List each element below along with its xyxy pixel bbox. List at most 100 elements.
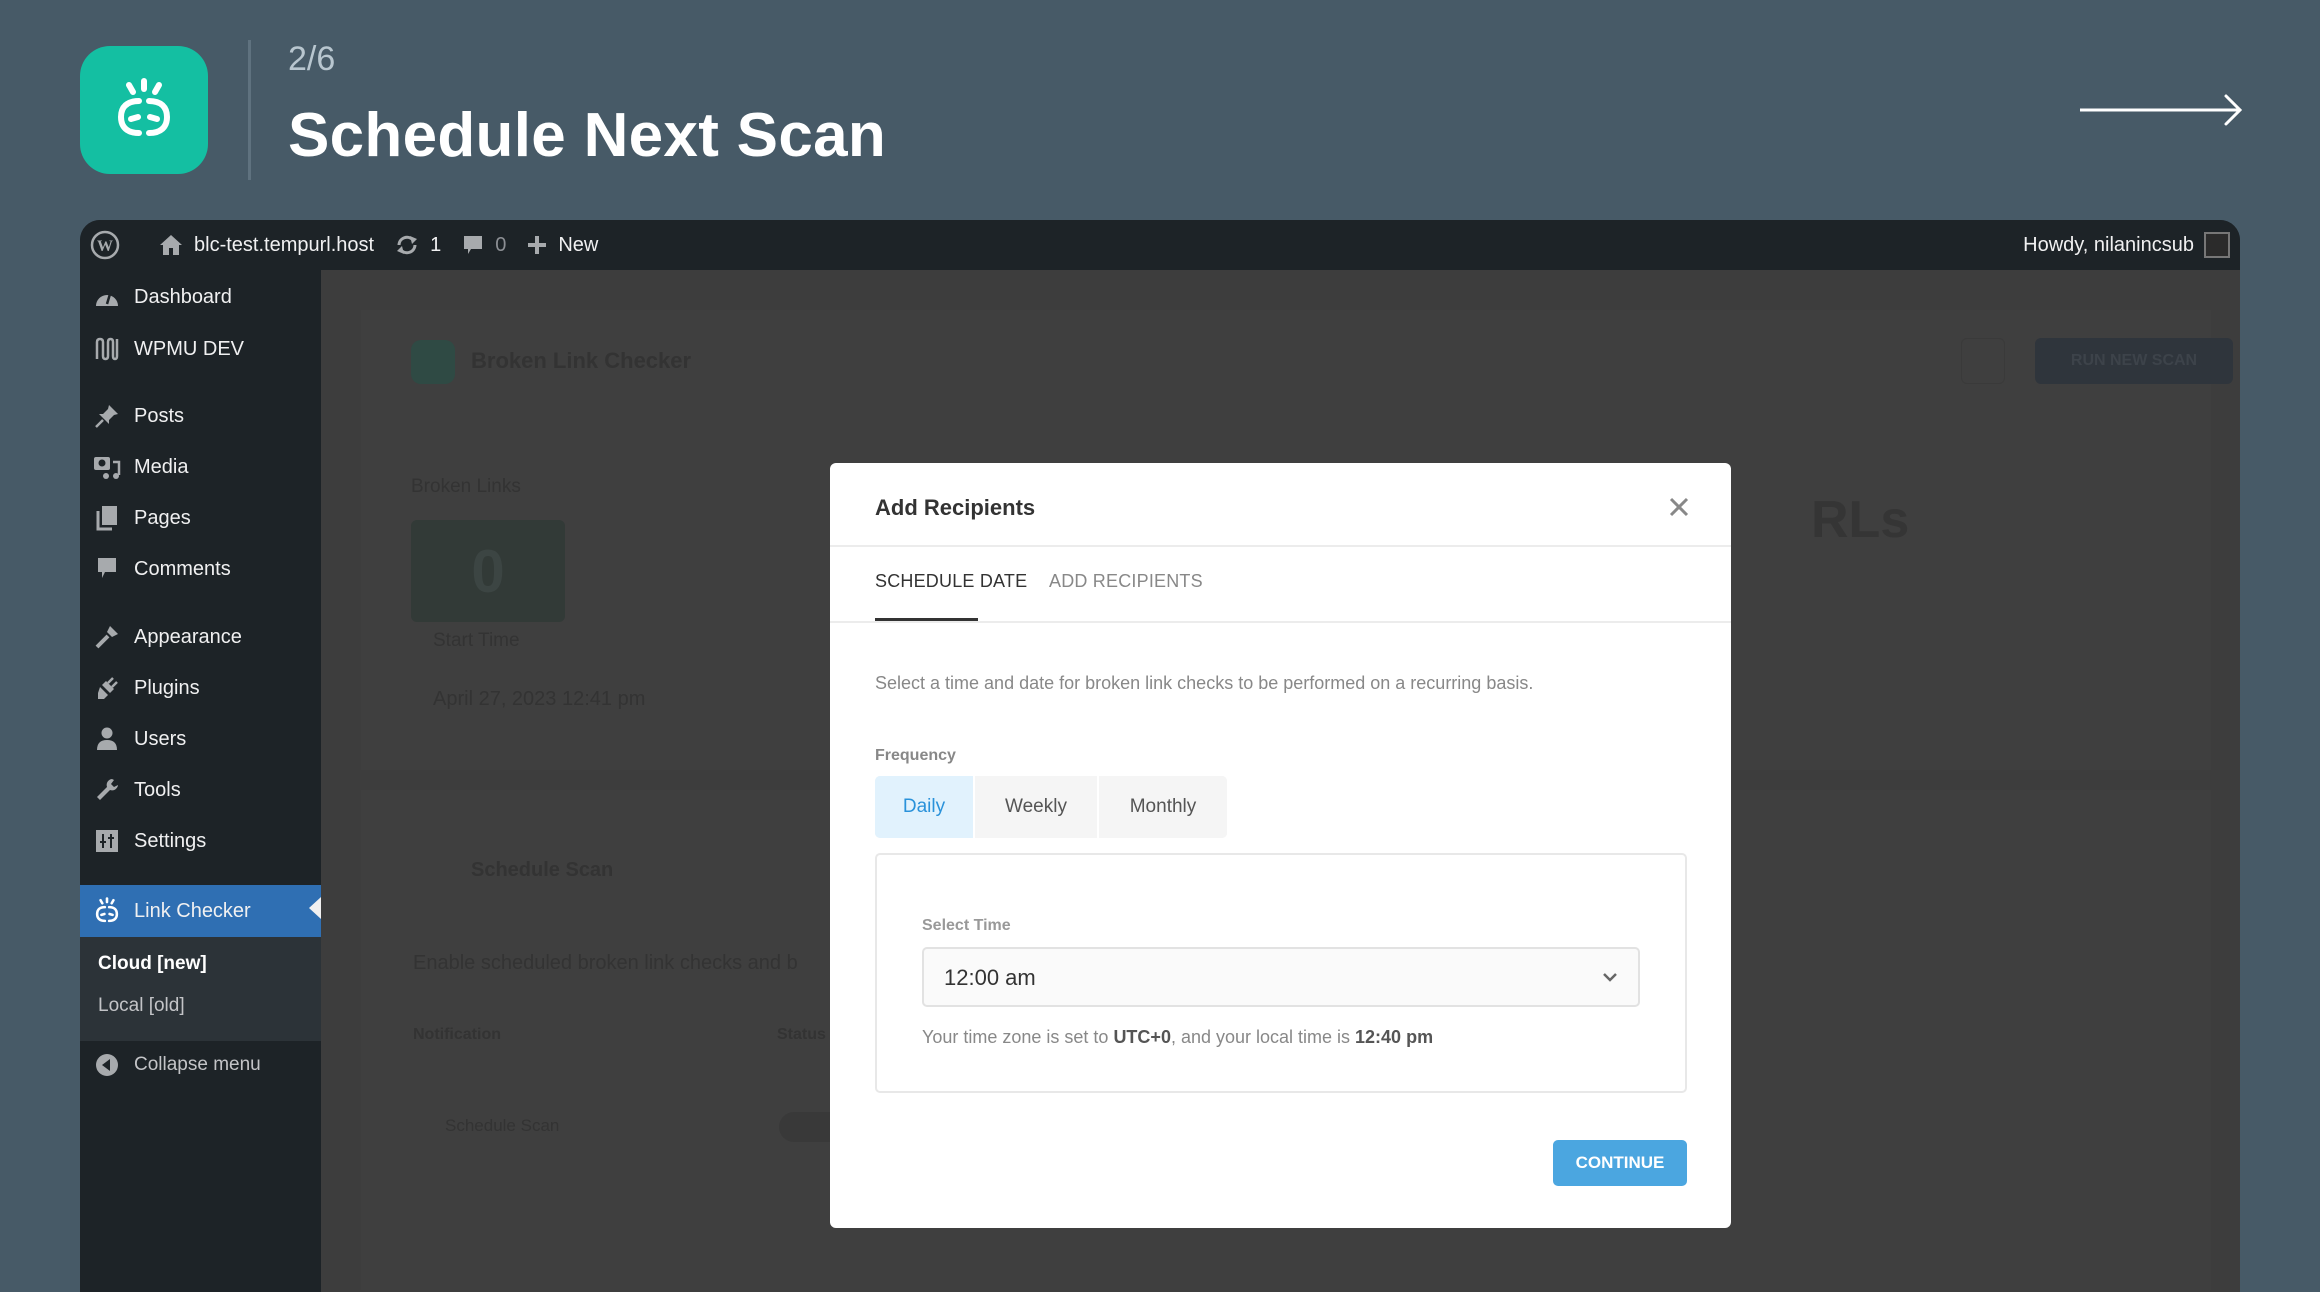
sidebar-item-tools[interactable]: Tools <box>80 767 321 813</box>
urls-heading-fragment: RLs <box>1811 491 1910 549</box>
sidebar-item-posts[interactable]: Posts <box>80 393 321 439</box>
plus-icon <box>528 236 547 254</box>
run-new-scan-button: RUN NEW SCAN <box>2035 338 2233 384</box>
new-content-link[interactable]: New <box>516 220 608 270</box>
sidebar-item-comments[interactable]: Comments <box>80 546 321 592</box>
sidebar-item-label: Comments <box>134 557 231 580</box>
collapse-label: Collapse menu <box>134 1054 261 1075</box>
sidebar-item-pages[interactable]: Pages <box>80 495 321 541</box>
collapse-menu-button[interactable]: Collapse menu <box>80 1042 321 1088</box>
sidebar-item-media[interactable]: Media <box>80 444 321 490</box>
broken-link-checker-logo <box>80 46 208 174</box>
svg-text:W: W <box>97 238 113 255</box>
sidebar-item-label: Link Checker <box>134 899 251 922</box>
link-checker-icon <box>117 78 171 136</box>
sidebar-item-link-checker[interactable]: Link Checker <box>80 885 321 937</box>
avatar <box>2204 232 2230 258</box>
slide-title: Schedule Next Scan <box>288 101 887 170</box>
sidebar-item-dashboard[interactable]: Dashboard <box>80 274 321 320</box>
brush-icon <box>92 622 122 652</box>
sidebar-item-appearance[interactable]: Appearance <box>80 614 321 660</box>
greeting: Howdy, nilanincsub <box>2023 233 2194 256</box>
add-recipients-modal: Add Recipients SCHEDULE DATE ADD RECIPIE… <box>830 463 1731 1228</box>
sidebar-item-label: Posts <box>134 404 185 427</box>
settings-icon <box>92 826 122 856</box>
wordpress-logo-button[interactable]: W <box>80 220 140 270</box>
chevron-down-icon <box>1603 973 1617 982</box>
wordpress-icon: W <box>90 230 120 260</box>
comment-icon <box>92 554 122 584</box>
home-icon <box>160 235 182 255</box>
schedule-desc: Enable scheduled broken link checks and … <box>413 952 798 974</box>
admin-sidebar: Dashboard WPMU DEV Posts Media Pages Com… <box>80 270 321 1292</box>
sidebar-item-wpmu-dev[interactable]: WPMU DEV <box>80 326 321 372</box>
sidebar-item-label: Settings <box>134 829 207 852</box>
header-divider <box>830 545 1731 547</box>
site-name-link[interactable]: blc-test.tempurl.host <box>148 220 384 270</box>
selected-time: 12:00 am <box>944 965 1036 990</box>
tab-add-recipients[interactable]: ADD RECIPIENTS <box>1049 571 1203 592</box>
submenu-item-cloud[interactable]: Cloud [new] <box>98 953 207 975</box>
start-time-value: April 27, 2023 12:41 pm <box>433 688 646 710</box>
link-checker-icon <box>92 896 122 926</box>
updates-link[interactable]: 1 <box>384 220 451 270</box>
frequency-selector: Daily Weekly Monthly <box>875 776 1227 838</box>
sidebar-item-label: Dashboard <box>134 285 232 308</box>
link-checker-submenu: Cloud [new] Local [old] <box>80 937 321 1041</box>
sidebar-item-label: Appearance <box>134 625 242 648</box>
plugin-logo <box>411 340 455 384</box>
pages-icon <box>92 503 122 533</box>
tz-prefix: Your time zone is set to <box>922 1027 1114 1047</box>
settings-icon-button <box>1961 338 2005 384</box>
tabs-divider <box>830 621 1731 623</box>
schedule-title: Schedule Scan <box>471 859 614 881</box>
frequency-monthly-button[interactable]: Monthly <box>1099 776 1227 838</box>
local-time: 12:40 pm <box>1355 1027 1434 1047</box>
sidebar-item-label: Plugins <box>134 676 200 699</box>
plugin-title: Broken Link Checker <box>471 348 692 373</box>
user-icon <box>92 724 122 754</box>
frequency-weekly-button[interactable]: Weekly <box>975 776 1099 838</box>
close-icon[interactable] <box>1665 493 1693 521</box>
modal-title: Add Recipients <box>875 495 1036 520</box>
tz-value: UTC+0 <box>1113 1027 1171 1047</box>
frequency-label: Frequency <box>875 747 956 764</box>
tz-middle: , and your local time is <box>1170 1027 1356 1047</box>
collapse-icon <box>92 1050 122 1080</box>
frequency-daily-button[interactable]: Daily <box>875 776 975 838</box>
sidebar-item-label: Users <box>134 727 187 750</box>
comment-icon <box>464 236 483 254</box>
step-counter: 2/6 <box>288 40 336 78</box>
admin-bar: W blc-test.tempurl.host 1 0 New Howdy, n… <box>80 220 2240 270</box>
continue-button[interactable]: CONTINUE <box>1553 1140 1687 1186</box>
wpmudev-icon <box>92 334 122 364</box>
table-header-status: Status <box>777 1026 826 1043</box>
arrow-right-icon[interactable] <box>2080 92 2244 128</box>
sidebar-item-plugins[interactable]: Plugins <box>80 665 321 711</box>
select-time-label: Select Time <box>922 917 1011 934</box>
tab-schedule-date[interactable]: SCHEDULE DATE <box>875 571 1027 592</box>
start-time-label: Start Time <box>433 630 520 651</box>
submenu-item-local[interactable]: Local [old] <box>98 995 185 1017</box>
plugin-icon <box>92 673 122 703</box>
account-menu[interactable]: Howdy, nilanincsub <box>2023 220 2230 270</box>
updates-icon <box>397 235 418 255</box>
run-scan-label: RUN NEW SCAN <box>2070 352 2198 369</box>
broken-links-count: 0 <box>411 520 565 622</box>
time-settings-box: Select Time 12:00 am Your time zone is s… <box>875 853 1687 1093</box>
timezone-note: Your time zone is set to UTC+0, and your… <box>922 1027 1433 1048</box>
sidebar-item-users[interactable]: Users <box>80 716 321 762</box>
modal-description: Select a time and date for broken link c… <box>875 673 1534 693</box>
row-name: Schedule Scan <box>445 1116 560 1135</box>
sidebar-item-label: WPMU DEV <box>134 337 244 360</box>
sidebar-item-settings[interactable]: Settings <box>80 818 321 864</box>
table-header-notification: Notification <box>413 1026 501 1043</box>
sidebar-item-label: Media <box>134 455 189 478</box>
broken-links-label: Broken Links <box>411 476 521 497</box>
updates-count: 1 <box>430 233 442 256</box>
sidebar-item-label: Tools <box>134 778 181 801</box>
comments-link[interactable]: 0 <box>451 220 516 270</box>
time-select[interactable]: 12:00 am <box>922 947 1640 1007</box>
header-divider <box>248 40 251 180</box>
wrench-icon <box>92 775 122 805</box>
